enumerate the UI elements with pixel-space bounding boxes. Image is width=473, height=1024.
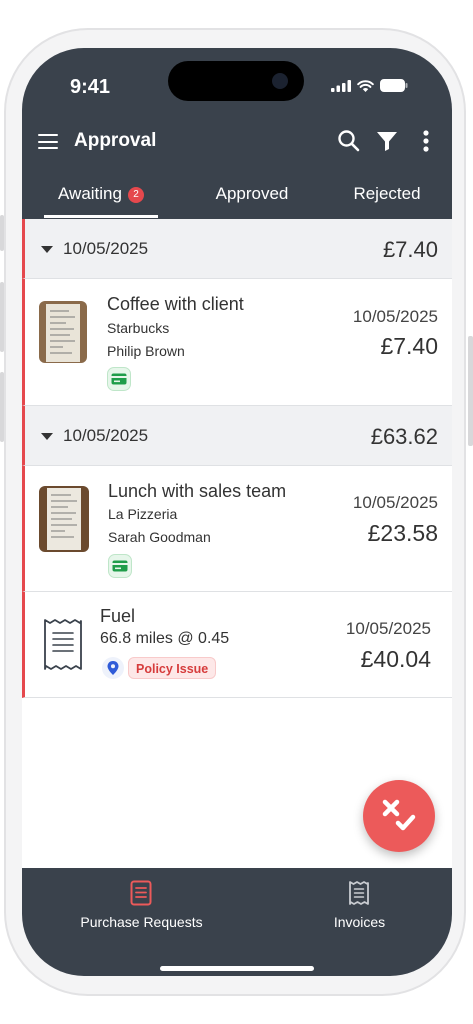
list-item[interactable]: Coffee with client Starbucks Philip Brow… (22, 279, 452, 406)
group-header[interactable]: 10/05/2025 £7.40 (22, 219, 452, 279)
item-date: 10/05/2025 (352, 307, 438, 326)
app-screen: 9:41 Approval Awaiting 2 Approved Reject… (22, 48, 452, 976)
receipt-thumbnail (39, 486, 89, 552)
group-total: £63.62 (370, 424, 438, 449)
item-amount: £40.04 (360, 646, 431, 672)
more-vert-icon[interactable] (413, 128, 439, 154)
nav-invoices[interactable]: Invoices (252, 868, 452, 948)
page-title: Approval (74, 130, 157, 151)
credit-card-icon (108, 554, 132, 578)
nav-label: Purchase Requests (80, 914, 203, 930)
item-title: Fuel (100, 606, 136, 626)
receipt-thumbnail (39, 301, 87, 363)
signal-icon (331, 79, 351, 92)
tab-approved[interactable]: Approved (192, 184, 312, 204)
tab-label: Approved (215, 184, 289, 203)
dynamic-island (168, 61, 304, 101)
tab-label: Rejected (353, 184, 421, 203)
battery-icon (380, 79, 408, 92)
filter-icon[interactable] (374, 128, 400, 154)
approve-reject-fab[interactable] (363, 780, 435, 852)
wifi-icon (357, 79, 374, 92)
status-icons (331, 79, 408, 92)
item-submitter: Sarah Goodman (108, 529, 211, 545)
top-app-bar: 9:41 Approval Awaiting 2 Approved Reject… (22, 48, 452, 219)
item-merchant: Starbucks (107, 320, 170, 336)
tab-label: Awaiting (58, 184, 122, 203)
list-item[interactable]: Fuel 66.8 miles @ 0.45 Policy Issue 10/0… (22, 592, 452, 698)
item-title: Coffee with client (107, 294, 244, 314)
group-date: 10/05/2025 (63, 239, 149, 258)
receipt-icon (44, 619, 82, 670)
home-indicator[interactable] (160, 966, 314, 971)
tab-rejected[interactable]: Rejected (332, 184, 442, 204)
group-date: 10/05/2025 (63, 426, 149, 445)
chevron-down-icon (41, 433, 53, 440)
active-tab-indicator (44, 215, 158, 218)
item-merchant: La Pizzeria (108, 506, 178, 522)
group-total: £7.40 (382, 237, 438, 262)
search-icon[interactable] (336, 128, 362, 154)
item-mileage: 66.8 miles @ 0.45 (100, 630, 230, 647)
credit-card-icon (107, 367, 131, 391)
status-time: 9:41 (70, 76, 111, 98)
item-amount: £23.58 (367, 520, 438, 546)
side-button (0, 215, 4, 251)
nav-label: Invoices (333, 914, 386, 930)
count-badge: 2 (127, 187, 144, 203)
side-button (0, 372, 4, 442)
item-date: 10/05/2025 (345, 619, 431, 638)
list-item[interactable]: Lunch with sales team La Pizzeria Sarah … (22, 466, 452, 592)
tab-awaiting[interactable]: Awaiting 2 (44, 184, 158, 204)
approve-reject-icon (382, 799, 416, 831)
chevron-down-icon (41, 246, 53, 253)
item-submitter: Philip Brown (107, 343, 185, 359)
group-header[interactable]: 10/05/2025 £63.62 (22, 406, 452, 466)
side-button (468, 336, 473, 446)
policy-issue-badge: Policy Issue (128, 657, 217, 679)
tab-bar: Awaiting 2 Approved Rejected (22, 174, 452, 219)
nav-purchase-requests[interactable]: Purchase Requests (34, 868, 249, 948)
menu-icon[interactable] (38, 134, 58, 149)
bottom-navigation: Purchase Requests Invoices (22, 868, 452, 976)
document-list-icon (130, 880, 152, 906)
invoice-icon (349, 881, 369, 905)
item-date: 10/05/2025 (352, 493, 438, 512)
location-pin-icon (102, 657, 124, 679)
item-amount: £7.40 (380, 333, 438, 359)
side-button (0, 282, 4, 352)
item-title: Lunch with sales team (108, 481, 287, 501)
